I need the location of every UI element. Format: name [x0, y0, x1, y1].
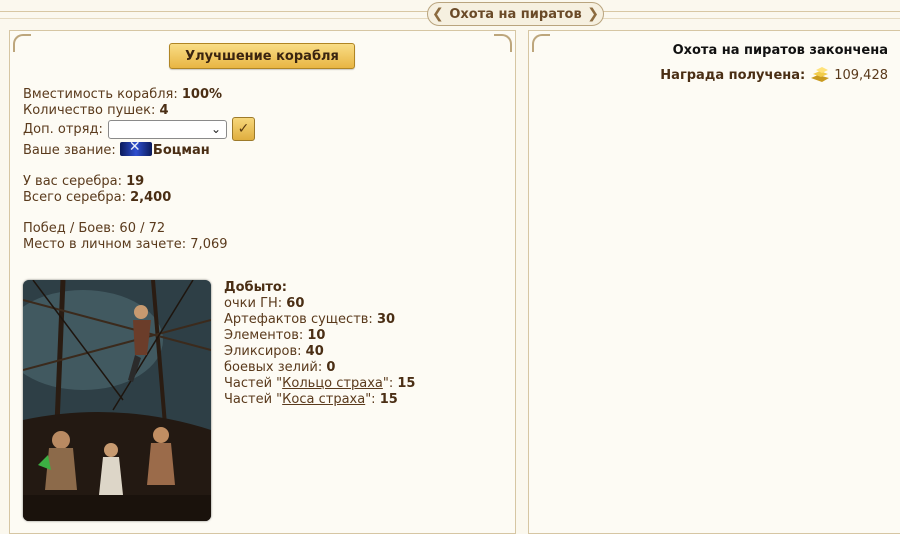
total-silver: Всего серебра: 2,400: [23, 190, 172, 205]
hunt-finished-title: Охота на пиратов закончена: [672, 43, 888, 58]
corner-ornament: [13, 34, 31, 52]
scythe-of-fear-link[interactable]: Коса страха: [282, 392, 365, 407]
pirates-illustration: [23, 280, 211, 521]
hunt-result-panel: Охота на пиратов закончена Награда получ…: [528, 30, 900, 534]
personal-rank-place: Место в личном зачете: 7,069: [23, 237, 228, 252]
checkmark-icon: ✓: [237, 121, 250, 137]
ring-of-fear-link[interactable]: Кольцо страха: [282, 376, 383, 391]
squad-select[interactable]: ⌄: [108, 120, 227, 139]
chevron-down-icon: ⌄: [210, 122, 221, 136]
loot-creature-artifacts: Артефактов существ: 30: [224, 312, 396, 327]
loot-ring-of-fear-parts: Частей "Кольцо страха": 15: [224, 376, 416, 391]
loot-scythe-of-fear-parts: Частей "Коса страха": 15: [224, 392, 398, 407]
upgrade-ship-button[interactable]: Улучшение корабля: [169, 43, 355, 69]
hunt-status-panel: Улучшение корабля Вместимость корабля: 1…: [9, 30, 516, 534]
page-title: Охота на пиратов: [449, 6, 582, 22]
rank-insignia-icon: ✕: [119, 139, 152, 156]
confirm-squad-button[interactable]: ✓: [232, 117, 255, 141]
loot-battle-potions: боевых зелий: 0: [224, 360, 336, 375]
pirates-scene-art: [23, 280, 211, 521]
ornament-left-icon: ❮: [432, 6, 444, 22]
silver-balance: У вас серебра: 19: [23, 174, 145, 189]
loot-elements: Элементов: 10: [224, 328, 326, 343]
cannon-count: Количество пушек: 4: [23, 103, 169, 118]
wins-battles: Побед / Боев: 60 / 72: [23, 221, 166, 236]
reward-received: Награда получена: 109,428: [660, 66, 888, 84]
player-rank: Ваше звание: ✕ Боцман: [23, 139, 210, 158]
gold-icon: [809, 66, 831, 84]
squad-label: Доп. отряд:: [23, 122, 103, 137]
ship-capacity: Вместимость корабля: 100%: [23, 87, 223, 102]
loot-heading: Добыто:: [224, 280, 288, 295]
ornament-right-icon: ❯: [587, 6, 599, 22]
page-title-tab: ❮ Охота на пиратов ❯: [427, 2, 604, 26]
loot-gn-points: очки ГН: 60: [224, 296, 305, 311]
loot-elixirs: Эликсиров: 40: [224, 344, 324, 359]
corner-ornament: [494, 34, 512, 52]
